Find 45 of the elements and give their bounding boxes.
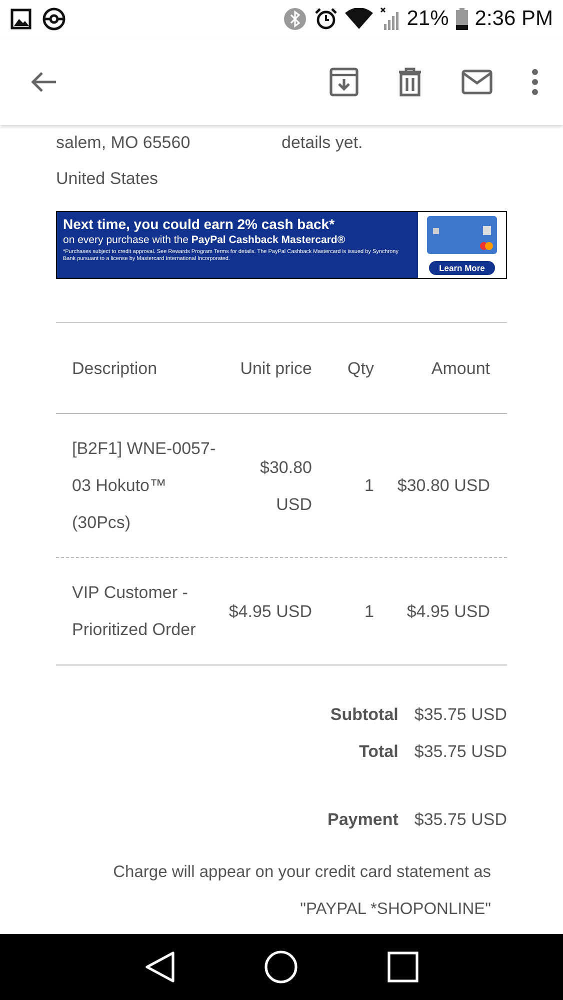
- battery-level: 21%: [406, 7, 449, 31]
- archive-icon[interactable]: [329, 66, 359, 96]
- bluetooth-icon: [282, 7, 307, 31]
- payment-label: Payment: [328, 809, 398, 831]
- table-cell-text: 1: [364, 600, 374, 622]
- signal-icon: [380, 7, 400, 31]
- shipping-details-text: details yet.: [282, 132, 364, 154]
- payment-value: $35.75 USD: [414, 809, 507, 831]
- statement-descriptor: "PAYPAL *SHOPONLINE": [299, 899, 492, 920]
- table-cell-text: [B2F1] WNE-0057-03 Hokuto™ (30Pcs): [72, 438, 217, 534]
- table-cell-text: $30.80 USD: [259, 456, 312, 516]
- clock: 2:36 PM: [474, 7, 553, 31]
- learn-more-button[interactable]: Learn More: [429, 260, 495, 274]
- column-header: Description: [72, 358, 158, 380]
- wifi-icon: [344, 8, 373, 30]
- address-line: United States: [56, 168, 160, 190]
- ad-banner[interactable]: [56, 211, 507, 279]
- credit-card-drawing: [427, 216, 497, 254]
- total-value: $35.75 USD: [414, 704, 507, 726]
- table-cell-text: $4.95 USD: [406, 600, 490, 622]
- delete-icon[interactable]: [397, 66, 423, 96]
- alarm-icon: [314, 7, 338, 31]
- banner-headline: Next time, you could earn 2% cash back*: [63, 216, 336, 233]
- image-icon: [10, 8, 32, 30]
- table-cell-text: $30.80 USD: [396, 475, 490, 497]
- more-options-icon[interactable]: [531, 68, 539, 96]
- battery-icon: [456, 8, 468, 30]
- column-header: Qty: [346, 358, 374, 380]
- total-label: Total: [359, 741, 398, 763]
- ball-icon: [42, 7, 66, 31]
- recent-apps-icon[interactable]: [386, 951, 419, 983]
- table-cell-text: 1: [364, 475, 374, 497]
- table-cell-text: VIP Customer - Prioritized Order: [72, 582, 197, 641]
- charge-note: Charge will appear on your credit card statement as: [112, 862, 492, 883]
- table-cell-text: $4.95 USD: [228, 600, 312, 622]
- address-line: salem, MO 65560: [56, 132, 192, 154]
- column-header: Unit price: [239, 358, 312, 380]
- total-value: $35.75 USD: [414, 741, 507, 763]
- home-icon[interactable]: [264, 950, 298, 984]
- total-label: Subtotal: [330, 704, 398, 726]
- column-header: Amount: [430, 358, 490, 380]
- back-arrow-icon[interactable]: [30, 70, 58, 94]
- mail-icon[interactable]: [461, 68, 493, 94]
- back-icon[interactable]: [144, 950, 176, 984]
- banner-subline: on every purchase with the PayPal Cashback Mastercard®: [63, 233, 346, 247]
